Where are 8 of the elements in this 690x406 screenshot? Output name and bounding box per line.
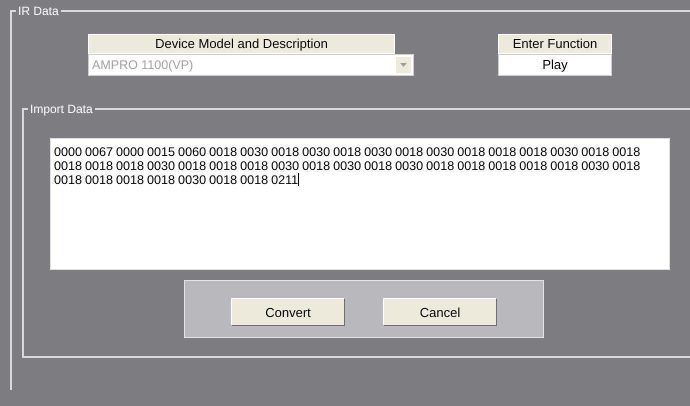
group-title: IR Data [16, 4, 61, 18]
dialog-button[interactable]: Cancel [383, 298, 497, 326]
column-header: Device Model and Description [88, 34, 395, 54]
column-header: Enter Function [498, 34, 612, 54]
import-text-area[interactable]: 0000 0067 0000 0015 0060 0018 0030 0018 0030 0018 0030 0018 0030 0018 0018 0018 0030 0018 0018 0018 0018 0018 0030 0018 0018 0018 0030 0018 0030 0018 0030 0018 0018 0018 0018 0018 0030 0018 0018 0018 0018 0018 0030 0018 0018 0211 [50, 138, 670, 270]
function-field[interactable]: Play [498, 54, 612, 76]
group-title: Import Data [28, 102, 95, 116]
dialog-button[interactable]: Convert [231, 298, 345, 326]
